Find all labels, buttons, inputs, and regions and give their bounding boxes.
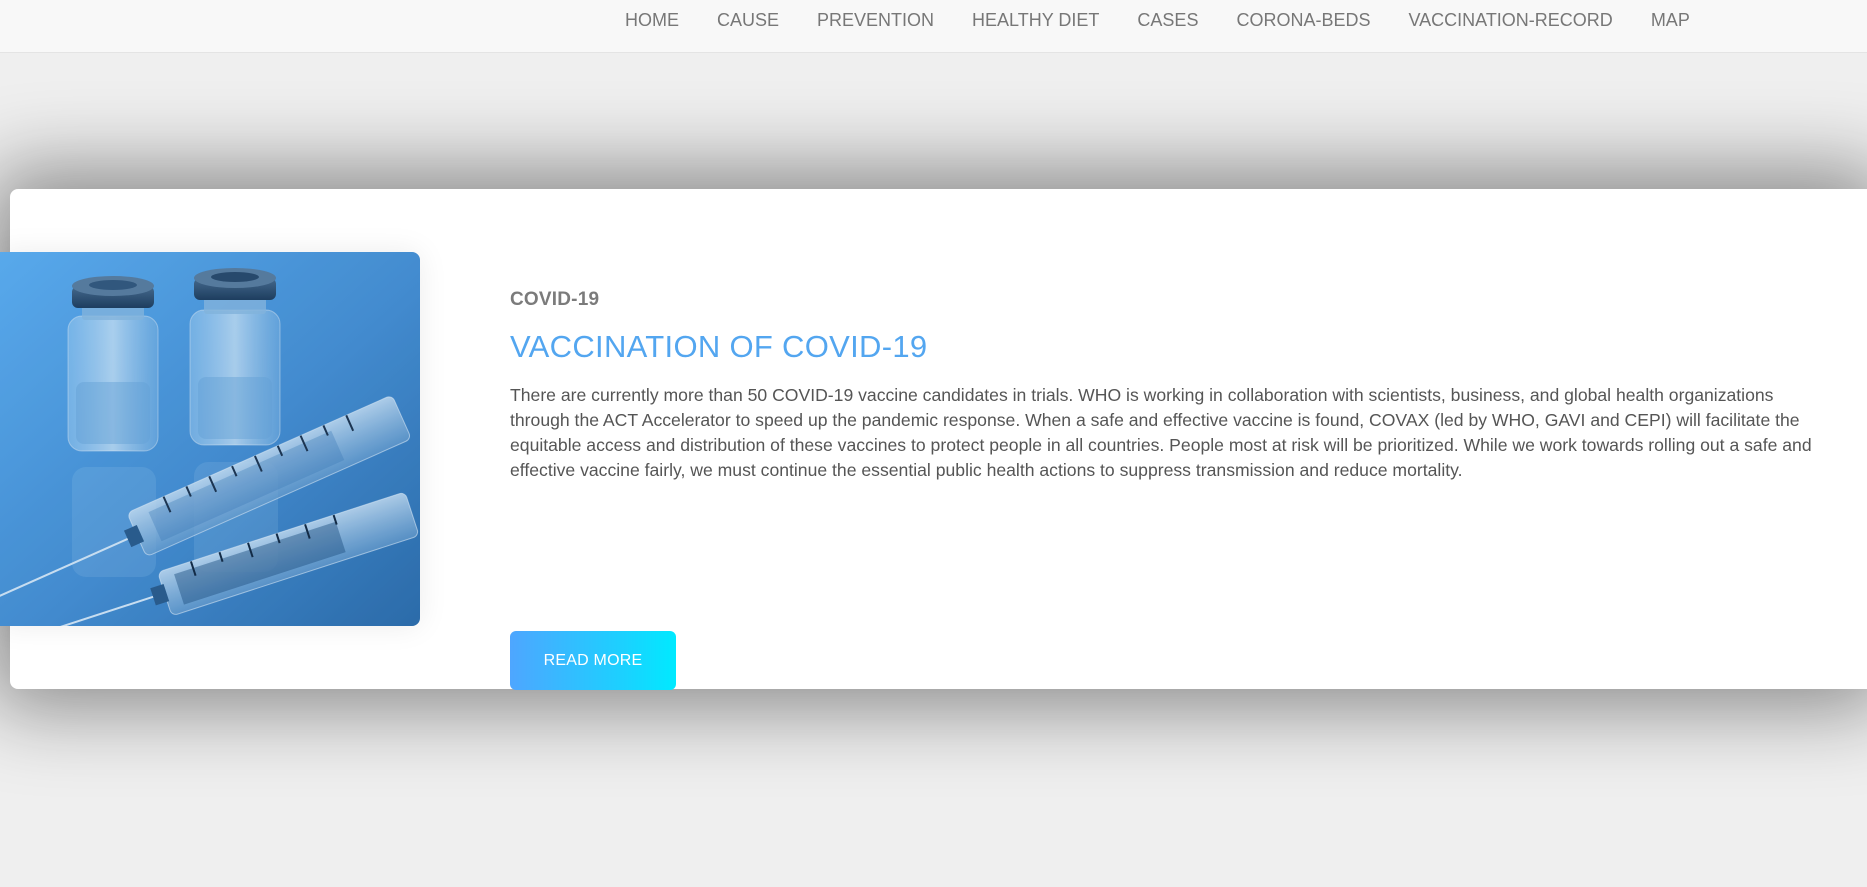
nav-item-map[interactable]: MAP	[1632, 0, 1709, 40]
feature-description: There are currently more than 50 COVID-1…	[510, 385, 1812, 480]
nav-item-prevention[interactable]: PREVENTION	[798, 0, 953, 40]
top-navbar: HOME CAUSE PREVENTION HEALTHY DIET CASES…	[0, 0, 1867, 53]
feature-card: COVID-19 VACCINATION OF COVID-19 There a…	[0, 189, 1867, 690]
nav-menu: HOME CAUSE PREVENTION HEALTHY DIET CASES…	[606, 0, 1709, 40]
nav-item-home[interactable]: HOME	[606, 0, 698, 40]
nav-item-cause[interactable]: CAUSE	[698, 0, 798, 40]
nav-item-vaccination-record[interactable]: VACCINATION-RECORD	[1389, 0, 1631, 40]
nav-item-corona-beds[interactable]: CORONA-BEDS	[1217, 0, 1389, 40]
feature-content: COVID-19 VACCINATION OF COVID-19 There a…	[510, 289, 1820, 690]
nav-item-healthy-diet[interactable]: HEALTHY DIET	[953, 0, 1118, 40]
vaccine-vials-illustration	[0, 252, 420, 626]
feature-title: VACCINATION OF COVID-19	[510, 329, 928, 364]
nav-item-cases[interactable]: CASES	[1118, 0, 1217, 40]
feature-kicker: COVID-19	[510, 289, 600, 310]
read-more-button[interactable]: READ MORE	[510, 631, 676, 690]
vaccine-image	[0, 252, 420, 626]
